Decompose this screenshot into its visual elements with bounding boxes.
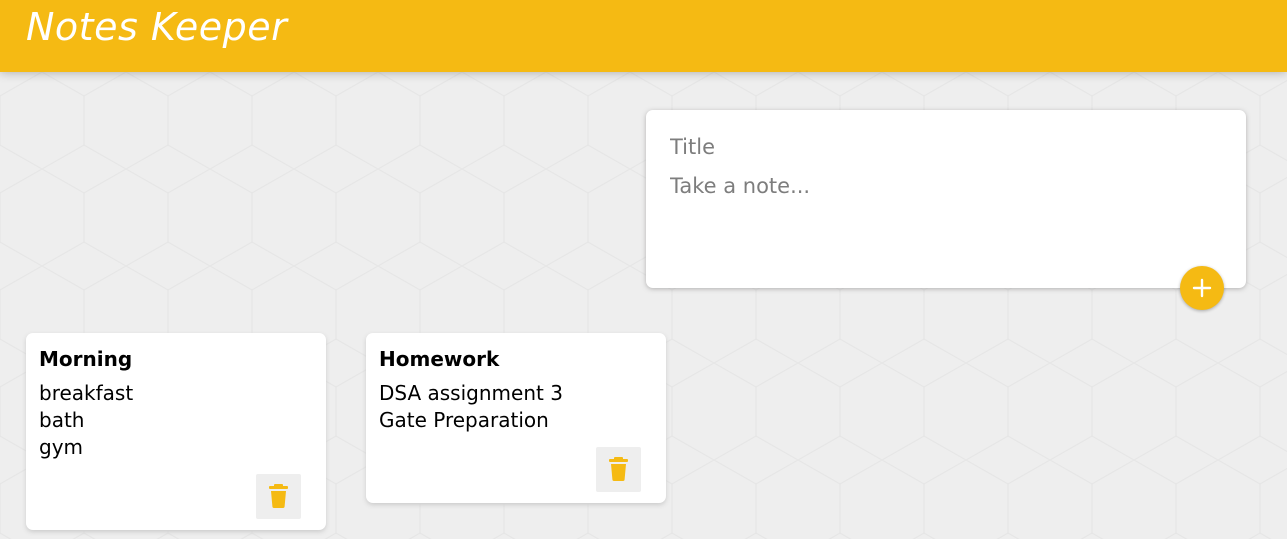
trash-icon	[269, 484, 288, 508]
note-content-input[interactable]	[670, 171, 1220, 251]
app-header: Notes Keeper	[0, 0, 1287, 72]
note-line: gym	[39, 435, 84, 459]
note-line: DSA assignment 3	[379, 381, 563, 405]
note-line: bath	[39, 408, 85, 432]
delete-note-button[interactable]	[256, 474, 301, 519]
note-line: breakfast	[39, 381, 134, 405]
add-note-button[interactable]	[1180, 266, 1224, 310]
create-note-form	[646, 110, 1246, 310]
note-title-input[interactable]	[670, 132, 1220, 162]
note-card: Homework DSA assignment 3 Gate Preparati…	[366, 333, 666, 503]
plus-icon	[1192, 278, 1212, 298]
note-content: DSA assignment 3 Gate Preparation	[379, 380, 563, 434]
app-title: Notes Keeper	[26, 5, 288, 49]
note-content: breakfast bath gym	[39, 380, 133, 461]
note-title: Homework	[379, 347, 500, 371]
note-card: Morning breakfast bath gym	[26, 333, 326, 530]
delete-note-button[interactable]	[596, 447, 641, 492]
note-title: Morning	[39, 347, 133, 371]
trash-icon	[609, 457, 628, 481]
note-line: Gate Preparation	[379, 408, 549, 432]
